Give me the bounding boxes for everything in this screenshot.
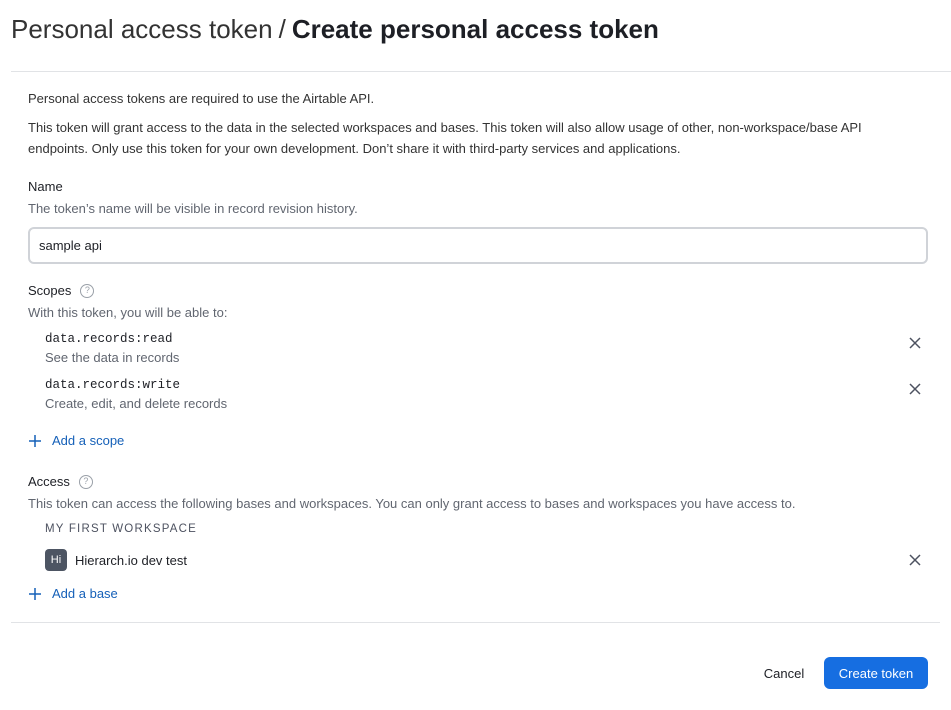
page-title: Create personal access token — [291, 14, 659, 44]
scope-description: See the data in records — [45, 350, 180, 365]
create-token-button[interactable]: Create token — [824, 657, 928, 689]
scopes-label-text: Scopes — [28, 283, 72, 298]
workspace-label: My First Workspace — [45, 523, 197, 535]
add-base-button[interactable]: Add a base — [28, 586, 118, 601]
remove-scope-button[interactable] — [908, 336, 922, 350]
base-item: Hi Hierarch.io dev test — [45, 549, 922, 571]
name-help-text: The token’s name will be visible in reco… — [28, 201, 358, 216]
access-label-text: Access — [28, 474, 70, 489]
breadcrumb-parent[interactable]: Personal access token — [11, 14, 273, 44]
close-icon — [909, 383, 921, 395]
token-name-input[interactable] — [28, 227, 928, 264]
header-divider — [11, 71, 951, 72]
name-label: Name — [28, 179, 63, 194]
plus-icon — [29, 587, 41, 600]
scopes-help-text: With this token, you will be able to: — [28, 305, 228, 320]
footer-divider — [11, 622, 940, 623]
name-label-text: Name — [28, 179, 63, 194]
remove-scope-button[interactable] — [908, 382, 922, 396]
scope-item: data.records:read See the data in record… — [45, 330, 922, 367]
add-base-label: Add a base — [52, 586, 118, 601]
question-circle-icon[interactable]: ? — [80, 283, 95, 298]
cancel-button[interactable]: Cancel — [757, 657, 811, 689]
close-icon — [909, 337, 921, 349]
scope-name: data.records:read — [45, 332, 173, 346]
breadcrumb-separator: / — [278, 14, 286, 44]
question-circle-icon[interactable]: ? — [78, 474, 93, 489]
description-text: This token will grant access to the data… — [28, 120, 862, 156]
scope-item: data.records:write Create, edit, and del… — [45, 376, 922, 413]
remove-base-button[interactable] — [908, 553, 922, 567]
plus-icon — [29, 434, 41, 447]
base-avatar: Hi — [45, 549, 67, 571]
access-help-text: This token can access the following base… — [28, 496, 796, 511]
access-label: Access ? — [28, 474, 93, 489]
add-scope-button[interactable]: Add a scope — [28, 433, 124, 448]
base-name: Hierarch.io dev test — [75, 552, 187, 568]
intro-text: Personal access tokens are required to u… — [28, 91, 375, 106]
page-header: Personal access token / Create personal ac… — [11, 12, 659, 46]
close-icon — [909, 554, 921, 566]
scopes-label: Scopes ? — [28, 283, 95, 298]
scope-name: data.records:write — [45, 378, 181, 392]
scope-description: Create, edit, and delete records — [45, 396, 228, 411]
add-scope-label: Add a scope — [52, 433, 125, 448]
